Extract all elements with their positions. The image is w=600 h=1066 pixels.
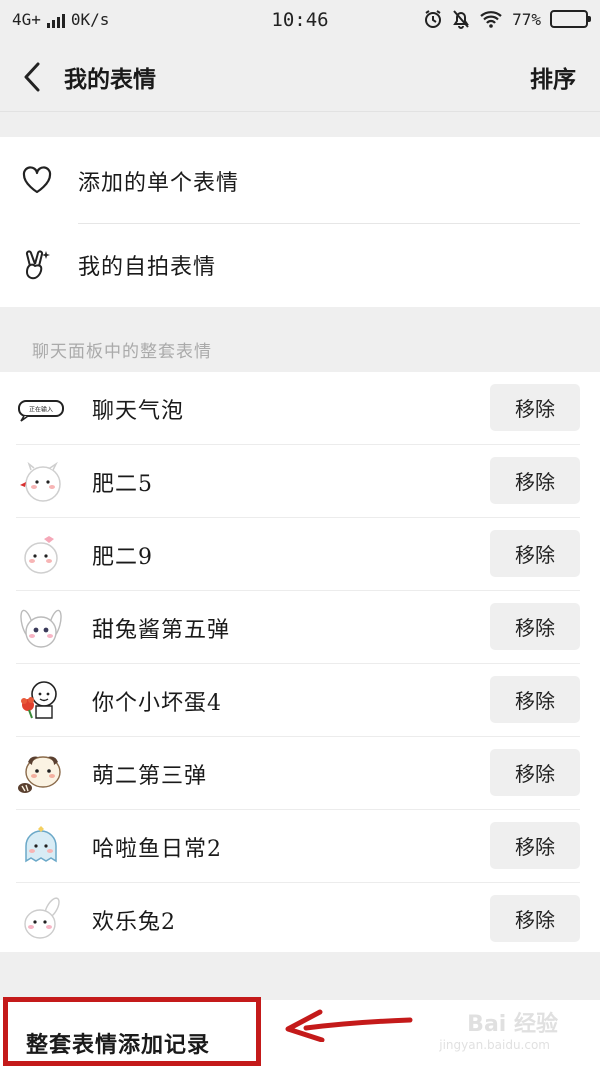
- list-item: 哈啦鱼日常2 移除: [0, 810, 600, 883]
- section-title: 聊天面板中的整套表情: [32, 342, 212, 362]
- battery-icon: [550, 10, 591, 28]
- pack-name: 哈啦鱼日常2: [92, 837, 222, 862]
- remove-button[interactable]: 移除: [490, 603, 580, 650]
- status-bar: 4G+ 0K/s 10:46 77%: [0, 0, 600, 40]
- watermark-brand: Bai 经验: [467, 1012, 558, 1037]
- pack-name: 萌二第三弹: [92, 764, 208, 789]
- list-item: 肥二5 移除: [0, 445, 600, 518]
- list-item: 肥二9 移除: [0, 518, 600, 591]
- pack-name: 肥二9: [92, 545, 153, 570]
- personal-stickers-card: 添加的单个表情 我的自拍表情: [0, 137, 600, 307]
- watermark: Bai 经验 jingyan.baidu.com: [408, 998, 588, 1064]
- mute-bell-icon: [453, 10, 469, 29]
- chubby-sticker-icon: [20, 461, 61, 502]
- raccoon-sticker-icon: [18, 756, 61, 793]
- status-right: 77%: [423, 9, 591, 29]
- single-stickers-item[interactable]: 添加的单个表情: [0, 137, 600, 223]
- kid-flower-sticker-icon: [21, 681, 57, 719]
- pack-name: 肥二5: [92, 472, 153, 497]
- bunny-sticker-icon: [20, 609, 62, 648]
- alarm-icon: [425, 10, 442, 28]
- remove-button[interactable]: 移除: [490, 676, 580, 723]
- highlight-box: [3, 997, 261, 1066]
- list-item: 欢乐兔2 移除: [0, 883, 600, 956]
- list-item: 正在输入 聊天气泡 移除: [0, 372, 600, 445]
- nav-bar: 我的表情 排序: [0, 40, 600, 112]
- list-item: 甜兔酱第五弹 移除: [0, 591, 600, 664]
- watermark-url: jingyan.baidu.com: [439, 1038, 550, 1052]
- victory-hand-icon: [20, 248, 54, 282]
- selfie-stickers-item[interactable]: 我的自拍表情: [0, 223, 600, 307]
- battery-percent: 77%: [512, 9, 541, 29]
- remove-button[interactable]: 移除: [490, 457, 580, 504]
- remove-button[interactable]: 移除: [490, 822, 580, 869]
- fish-sticker-icon: [25, 826, 57, 863]
- chat-bubble-sticker-icon: 正在输入: [18, 400, 64, 422]
- pack-name: 你个小坏蛋4: [92, 691, 222, 716]
- chubby-bow-sticker-icon: [24, 536, 58, 574]
- pack-name: 欢乐兔2: [92, 910, 176, 935]
- selfie-stickers-label: 我的自拍表情: [78, 255, 217, 280]
- pack-name: 聊天气泡: [92, 399, 185, 424]
- remove-button[interactable]: 移除: [490, 384, 580, 431]
- remove-button[interactable]: 移除: [490, 895, 580, 942]
- list-item: 你个小坏蛋4 移除: [0, 664, 600, 737]
- sticker-pack-list: 正在输入 聊天气泡 移除 肥二5 移除 肥二9 移除 甜兔酱第五弹 移除 你个小…: [0, 372, 600, 952]
- svg-text:正在输入: 正在输入: [29, 406, 53, 414]
- sort-button[interactable]: 排序: [530, 60, 576, 94]
- pack-name: 甜兔酱第五弹: [92, 618, 231, 643]
- list-item: 萌二第三弹 移除: [0, 737, 600, 810]
- remove-button[interactable]: 移除: [490, 749, 580, 796]
- heart-icon: [20, 163, 54, 197]
- happy-bunny-sticker-icon: [24, 897, 60, 939]
- chevron-left-icon[interactable]: [18, 60, 46, 94]
- wifi-icon: [480, 11, 502, 28]
- single-stickers-label: 添加的单个表情: [78, 171, 240, 196]
- remove-button[interactable]: 移除: [490, 530, 580, 577]
- page-title: 我的表情: [64, 66, 156, 93]
- red-arrow-annotation: [285, 1009, 413, 1042]
